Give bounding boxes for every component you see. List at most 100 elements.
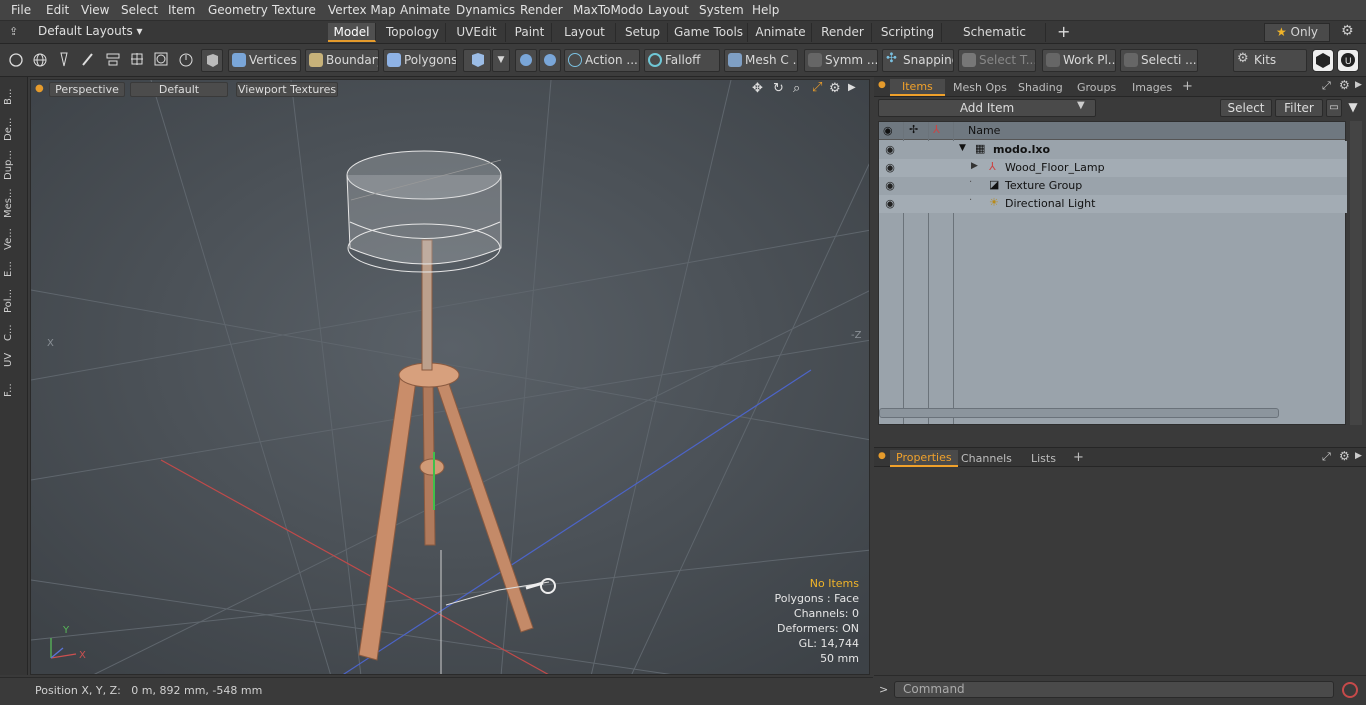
tab-groups[interactable]: Groups xyxy=(1077,81,1116,94)
rotate-view-icon[interactable]: ↻ xyxy=(773,81,784,96)
menu-render[interactable]: Render xyxy=(520,3,563,17)
menu-view[interactable]: View xyxy=(81,3,109,17)
tool-tab-fusion[interactable]: F... xyxy=(3,375,23,405)
tab-images[interactable]: Images xyxy=(1132,81,1172,94)
polygons-button[interactable]: Polygons xyxy=(383,49,457,72)
menu-animate[interactable]: Animate xyxy=(400,3,450,17)
tab-layout[interactable]: Layout xyxy=(554,23,616,42)
action-center-button[interactable]: Action ... xyxy=(564,49,640,72)
snapping-button[interactable]: ✣ Snapping xyxy=(882,49,954,72)
chevron-down-icon[interactable]: ▼ xyxy=(492,49,510,72)
default-layouts-dropdown[interactable]: Default Layouts ▾ xyxy=(38,24,143,38)
material-icon[interactable] xyxy=(463,49,491,72)
funnel-icon[interactable]: ▼ xyxy=(1345,99,1361,117)
tab-mesh-ops[interactable]: Mesh Ops xyxy=(953,81,1007,94)
menu-item[interactable]: Item xyxy=(168,3,195,17)
shading-dropdown[interactable]: Default xyxy=(130,82,228,97)
add-tab-icon[interactable]: + xyxy=(1057,22,1070,41)
move-view-icon[interactable]: ✥ xyxy=(752,81,763,96)
panel-arrow-icon[interactable]: ▶ xyxy=(1355,80,1362,90)
menu-vertex-map[interactable]: Vertex Map xyxy=(328,3,396,17)
work-plane-button[interactable]: Work Pl... xyxy=(1042,49,1116,72)
menu-system[interactable]: System xyxy=(699,3,744,17)
align-icon[interactable] xyxy=(103,49,125,72)
symmetry-button[interactable]: Symm ... xyxy=(804,49,878,72)
unity-icon[interactable] xyxy=(1312,49,1334,72)
tool-tab-basic[interactable]: B... xyxy=(3,83,23,111)
filter-button[interactable]: Filter xyxy=(1275,99,1323,117)
viewport-textures-dropdown[interactable]: Viewport Textures xyxy=(236,82,338,97)
vertices-button[interactable]: Vertices xyxy=(228,49,301,72)
tab-setup[interactable]: Setup xyxy=(618,23,668,42)
tab-topology[interactable]: Topology xyxy=(380,23,446,42)
expand-icon[interactable]: ⇪ xyxy=(9,25,18,38)
panel-maximize-icon[interactable]: ⤢ xyxy=(1322,450,1331,464)
item-mode-icon[interactable] xyxy=(201,49,223,72)
selection-sets-button[interactable]: Selecti ... xyxy=(1120,49,1198,72)
add-panel-tab-icon[interactable]: + xyxy=(1182,79,1193,94)
panel-gear-icon[interactable]: ⚙ xyxy=(1339,449,1350,463)
select-circle-icon[interactable] xyxy=(5,49,27,72)
eye-icon[interactable]: ◉ xyxy=(883,161,897,175)
expand-arrow-icon[interactable]: ▼ xyxy=(959,143,966,153)
tool-tab-polygon[interactable]: Pol... xyxy=(3,285,23,317)
tool-tab-deform[interactable]: De... xyxy=(3,113,23,145)
eye-icon[interactable]: ◉ xyxy=(883,143,897,157)
tool-tab-curve[interactable]: C... xyxy=(3,321,23,345)
kits-button[interactable]: ⚙ Kits xyxy=(1233,49,1307,72)
collapse-icon[interactable]: ▭ xyxy=(1326,99,1342,117)
command-input[interactable]: Command xyxy=(894,681,1334,698)
viewport-gear-icon[interactable]: ⚙ xyxy=(829,81,841,96)
grid-icon[interactable] xyxy=(127,49,149,72)
tab-lists[interactable]: Lists xyxy=(1031,452,1056,465)
record-icon[interactable] xyxy=(1342,682,1358,698)
panel-maximize-icon[interactable]: ⤢ xyxy=(1322,79,1331,93)
viewport-3d[interactable]: Y X ● Perspective Default Viewport Textu… xyxy=(30,79,870,675)
menu-file[interactable]: File xyxy=(11,3,31,17)
tool-tab-uv[interactable]: UV xyxy=(3,349,23,371)
horizontal-scrollbar[interactable] xyxy=(879,408,1279,418)
select-button[interactable]: Select xyxy=(1220,99,1272,117)
view-type-dropdown[interactable]: Perspective xyxy=(49,82,125,97)
only-toggle[interactable]: ★ Only xyxy=(1264,23,1330,42)
menu-dynamics[interactable]: Dynamics xyxy=(456,3,515,17)
tab-scripting[interactable]: Scripting xyxy=(874,23,942,42)
menu-help[interactable]: Help xyxy=(752,3,779,17)
mesh-constraint-button[interactable]: Mesh C ... xyxy=(724,49,798,72)
menu-maxtomodo[interactable]: MaxToModo xyxy=(573,3,643,17)
tool-tab-mesh-edit[interactable]: Mes... xyxy=(3,185,23,221)
boundary-button[interactable]: Boundary xyxy=(305,49,379,72)
unreal-icon[interactable]: U xyxy=(1337,49,1359,72)
brush-icon[interactable] xyxy=(77,49,99,72)
menu-layout[interactable]: Layout xyxy=(648,3,689,17)
falloff-button[interactable]: Falloff xyxy=(644,49,720,72)
vertical-scrollbar[interactable] xyxy=(1350,121,1362,425)
tab-model[interactable]: Model xyxy=(328,23,376,42)
tree-row-texture-group[interactable]: ◉ · ◪ Texture Group xyxy=(879,177,1347,195)
menu-geometry[interactable]: Geometry xyxy=(208,3,268,17)
panel-gear-icon[interactable]: ⚙ xyxy=(1339,78,1350,92)
add-panel-tab-icon[interactable]: + xyxy=(1073,450,1084,465)
tool-tab-edge[interactable]: E... xyxy=(3,257,23,281)
symmetry-cube-icon[interactable] xyxy=(515,49,537,72)
sphere-select-icon[interactable] xyxy=(151,49,173,72)
tab-schematic-fusion[interactable]: Schematic Fusion xyxy=(944,23,1046,57)
zoom-view-icon[interactable]: ⌕ xyxy=(793,81,800,96)
collapsed-arrow-icon[interactable]: ▶ xyxy=(971,161,978,171)
panel-arrow-icon[interactable]: ▶ xyxy=(1355,451,1362,461)
tab-game-tools[interactable]: Game Tools xyxy=(670,23,748,42)
eye-icon[interactable]: ◉ xyxy=(883,179,897,193)
tab-properties[interactable]: Properties xyxy=(890,450,958,467)
globe-icon[interactable] xyxy=(29,49,51,72)
tab-shading[interactable]: Shading xyxy=(1018,81,1063,94)
add-item-button[interactable]: Add Item xyxy=(878,99,1096,117)
clock-icon[interactable] xyxy=(175,49,197,72)
fit-view-icon[interactable]: ⤢ xyxy=(812,80,822,95)
pen-icon[interactable] xyxy=(53,49,75,72)
tab-channels[interactable]: Channels xyxy=(961,452,1012,465)
tab-render[interactable]: Render xyxy=(814,23,872,42)
eye-icon[interactable]: ◉ xyxy=(883,197,897,211)
menu-select[interactable]: Select xyxy=(121,3,158,17)
select-through-button[interactable]: Select T... xyxy=(958,49,1036,72)
tab-items[interactable]: Items xyxy=(890,79,945,96)
